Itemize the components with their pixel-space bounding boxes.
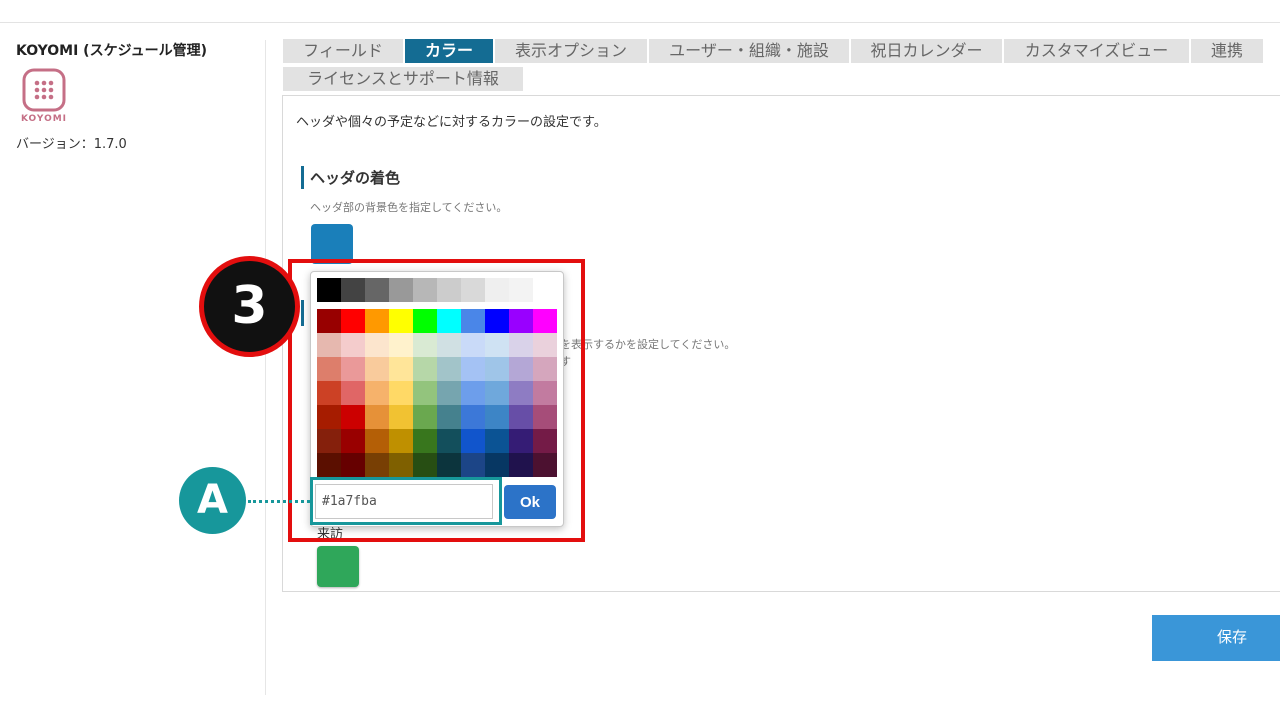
tab-users-orgs-facilities[interactable]: ユーザー・組織・施設 <box>649 39 849 63</box>
tab-license-support[interactable]: ライセンスとサポート情報 <box>283 67 523 91</box>
section-description-partial: を表示するかを設定してください。 <box>560 338 736 351</box>
header-color-title: ヘッダの着色 <box>310 169 401 187</box>
tab-customize-view[interactable]: カスタマイズビュー <box>1004 39 1189 63</box>
header-color-swatch[interactable] <box>311 224 353 264</box>
step-badge: 3 <box>199 256 300 357</box>
tab-holiday-calendar[interactable]: 祝日カレンダー <box>851 39 1002 63</box>
tab-display-options[interactable]: 表示オプション <box>495 39 647 63</box>
top-divider <box>0 22 1280 23</box>
input-highlight-frame <box>310 477 502 525</box>
tab-field[interactable]: フィールド <box>283 39 403 63</box>
callout-connector <box>248 500 310 503</box>
app-title: KOYOMI (スケジュール管理) <box>16 43 207 59</box>
callout-badge: A <box>179 467 246 534</box>
page-description: ヘッダや個々の予定などに対するカラーの設定です。 <box>296 115 607 130</box>
visit-color-swatch[interactable] <box>317 546 359 587</box>
koyomi-calendar-icon <box>22 68 66 112</box>
header-color-description: ヘッダ部の背景色を指定してください。 <box>310 201 508 214</box>
logo-text: KOYOMI <box>20 114 68 124</box>
version-label: バージョン：1.7.0 <box>16 137 127 152</box>
sidebar-divider <box>265 40 266 695</box>
save-button[interactable]: 保存 <box>1152 615 1280 661</box>
section-marker <box>301 166 304 189</box>
tab-color[interactable]: カラー <box>405 39 493 63</box>
tab-integration[interactable]: 連携 <box>1191 39 1263 63</box>
